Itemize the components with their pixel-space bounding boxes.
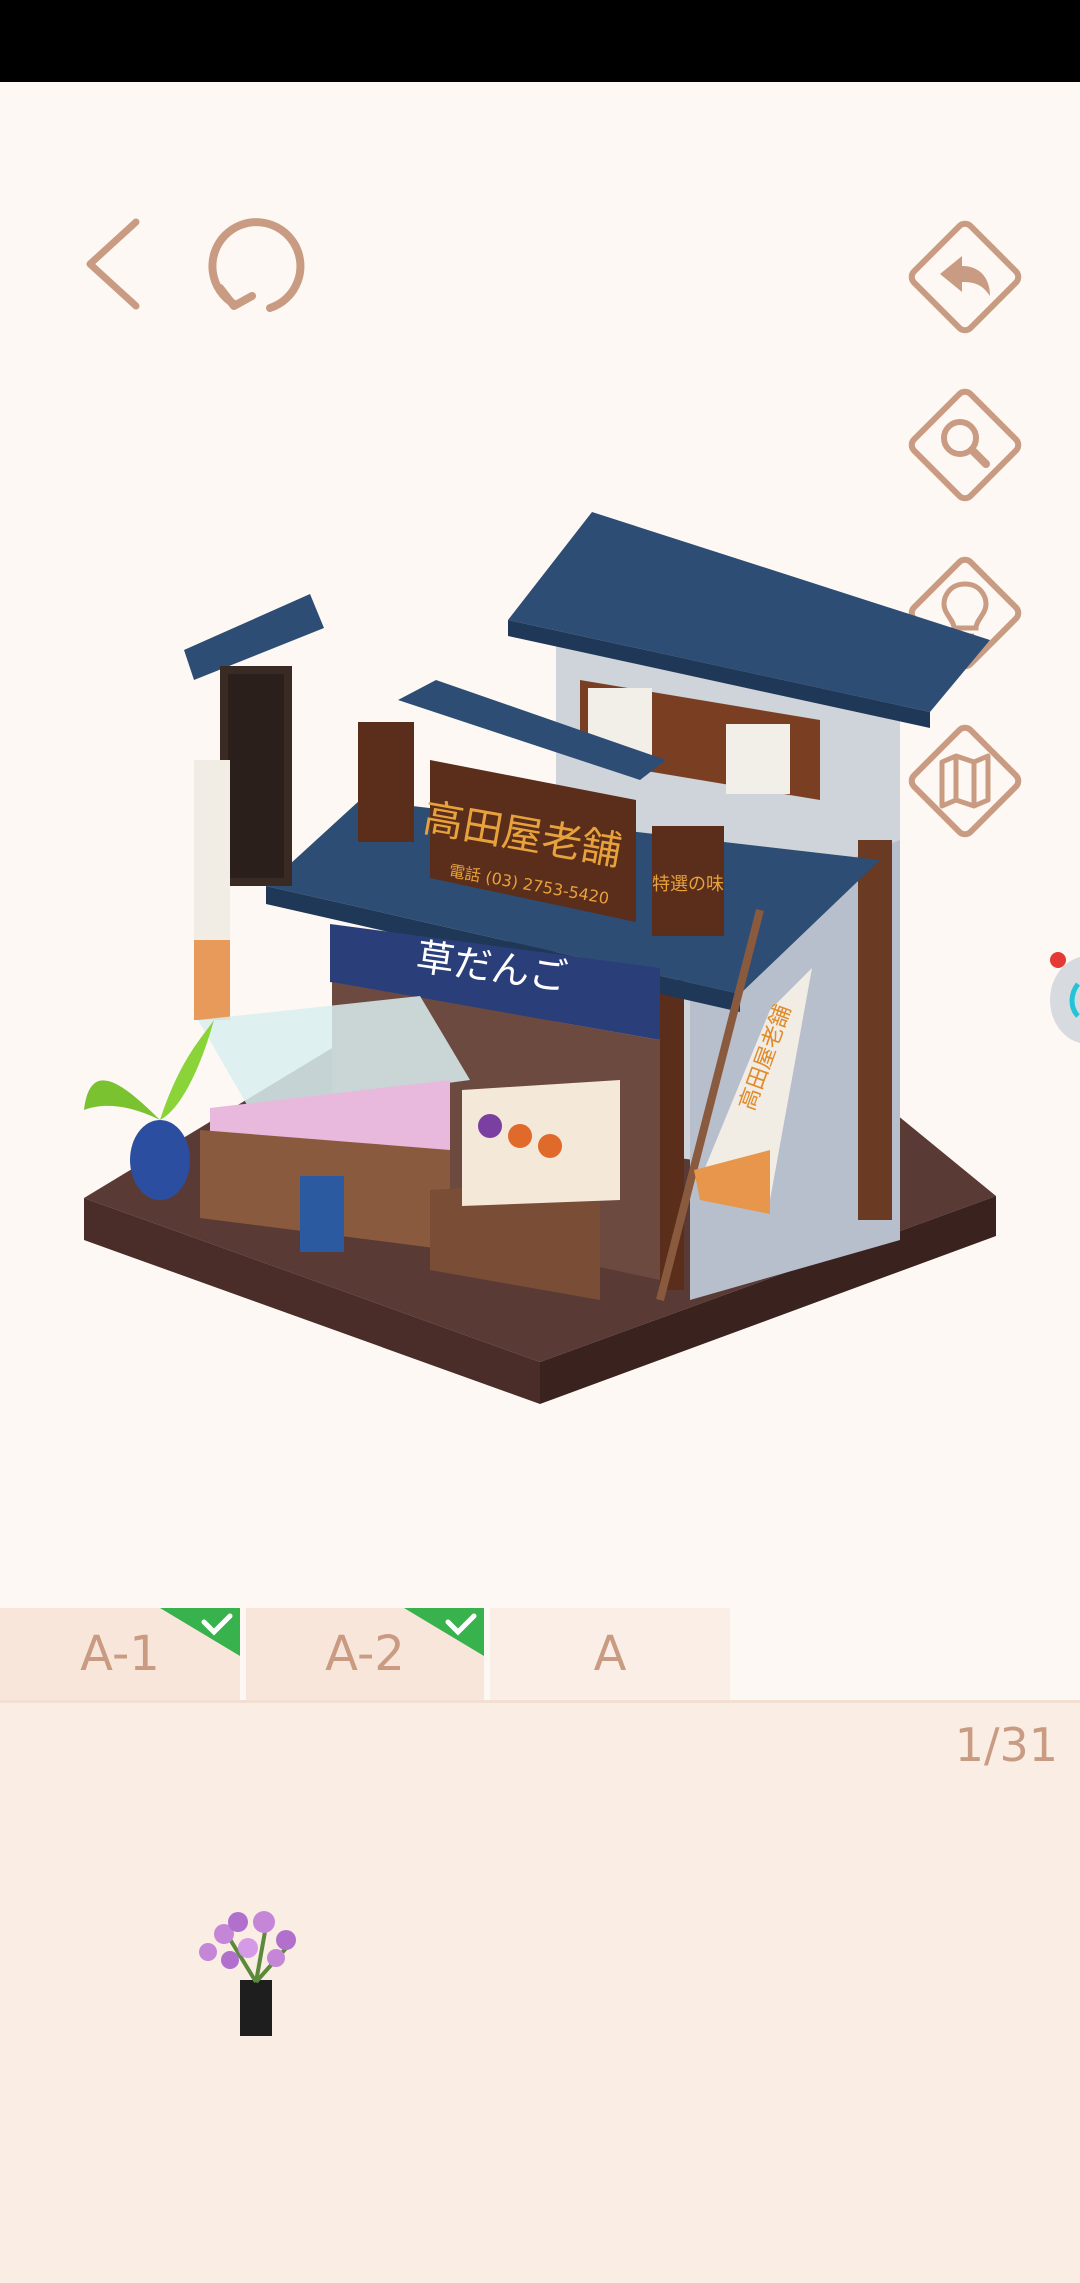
level-tabs: A-1 A-2 A (0, 1608, 1080, 1700)
shop-diorama: 高田屋老舗 電話 (03) 2753-5420 特選の味 草だんご 高田屋老舗 (84, 512, 996, 1404)
tab-a[interactable]: A (490, 1608, 730, 1700)
page-counter: 1/31 (954, 1718, 1058, 1772)
item-tray (0, 1700, 1080, 2283)
plant-pot (130, 1120, 190, 1200)
tab-label: A-2 (325, 1626, 405, 1682)
tab-label: A-1 (80, 1626, 160, 1682)
plant-leaf (84, 1080, 160, 1120)
check-icon (160, 1608, 240, 1656)
tab-a-1[interactable]: A-1 (0, 1608, 240, 1700)
tab-a-2[interactable]: A-2 (246, 1608, 484, 1700)
pillar-right (858, 840, 892, 1220)
tray-item-flower-vase[interactable] (168, 1896, 308, 2046)
tab-label: A (593, 1626, 627, 1682)
side-drawer-handle[interactable] (1048, 944, 1080, 1044)
blue-sign (300, 1176, 344, 1252)
small-sign-right-text: 特選の味 (652, 874, 724, 895)
upper-window-right (726, 724, 790, 794)
small-sign-left (358, 722, 414, 842)
flower-vase-icon (199, 1911, 296, 2036)
check-icon (404, 1608, 484, 1656)
